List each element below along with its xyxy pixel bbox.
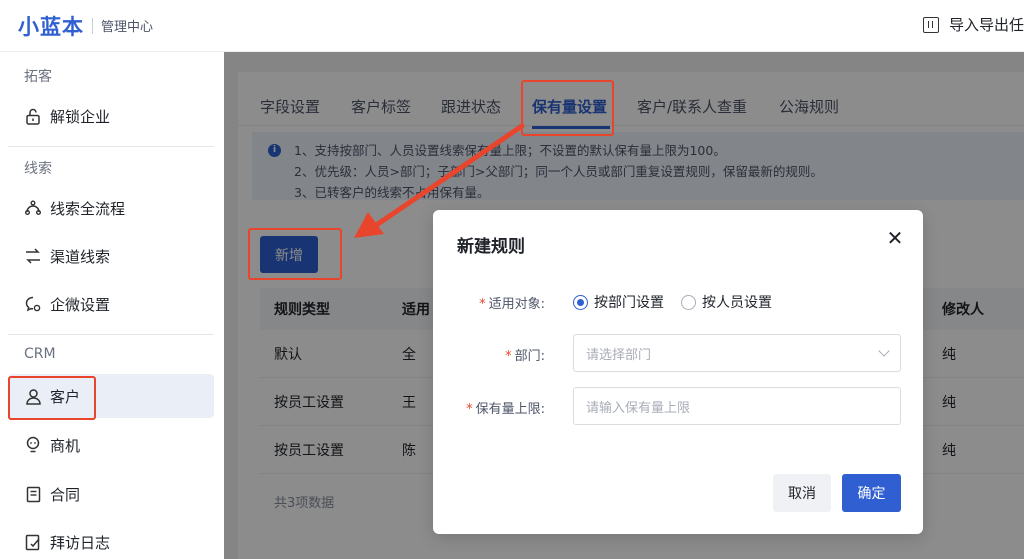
import-export-icon: [922, 16, 939, 33]
radio-by-department[interactable]: 按部门设置: [573, 292, 664, 312]
limit-label: * 保有量上限:: [466, 402, 545, 417]
confirm-button[interactable]: 确定: [842, 474, 901, 512]
annotation-highlight-new-button: [248, 228, 342, 280]
annotation-highlight-customer: [8, 376, 96, 420]
department-select[interactable]: 请选择部门: [573, 334, 901, 372]
import-export-button[interactable]: 导入导出任: [922, 14, 1024, 35]
cancel-button[interactable]: 取消: [773, 474, 831, 512]
radio-circle: [573, 294, 588, 310]
chevron-down-icon: [878, 345, 890, 357]
limit-placeholder: 请输入保有量上限: [586, 400, 691, 416]
radio-by-person[interactable]: 按人员设置: [681, 292, 772, 312]
department-placeholder: 请选择部门: [586, 347, 652, 363]
annotation-highlight-tab: [521, 80, 614, 136]
import-export-label: 导入导出任: [948, 16, 1024, 34]
radio-circle: [681, 294, 696, 310]
new-rule-dialog: 新建规则 ✕ * 适用对象: 按部门设置 按人员设置 * 部门: 请选择部门 * 保有…: [433, 210, 923, 534]
sidebar-shade: [0, 0, 224, 559]
close-icon[interactable]: ✕: [885, 228, 905, 248]
radio-label: 按部门设置: [594, 295, 664, 311]
radio-label: 按人员设置: [702, 295, 772, 311]
dialog-title: 新建规则: [457, 237, 525, 257]
department-label: * 部门:: [505, 349, 545, 364]
limit-input[interactable]: 请输入保有量上限: [573, 387, 901, 425]
target-label: * 适用对象:: [479, 297, 545, 312]
